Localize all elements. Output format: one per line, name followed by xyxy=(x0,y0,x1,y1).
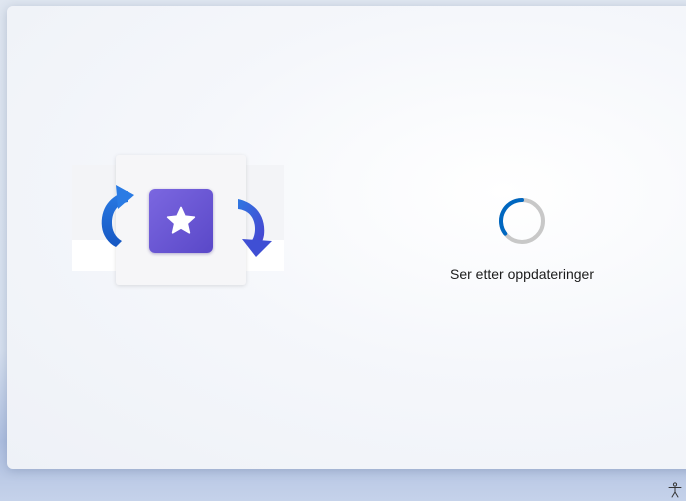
refresh-arrow-right-icon xyxy=(238,199,272,257)
loading-spinner-icon xyxy=(499,198,545,244)
star-icon xyxy=(166,206,196,234)
status-message: Ser etter oppdateringer xyxy=(450,266,594,282)
accessibility-icon[interactable] xyxy=(667,482,683,498)
star-tile xyxy=(149,189,213,253)
update-illustration xyxy=(72,155,292,290)
update-status: Ser etter oppdateringer xyxy=(427,196,617,282)
refresh-arrow-left-icon xyxy=(101,185,134,247)
oobe-window: Ser etter oppdateringer xyxy=(7,6,686,469)
